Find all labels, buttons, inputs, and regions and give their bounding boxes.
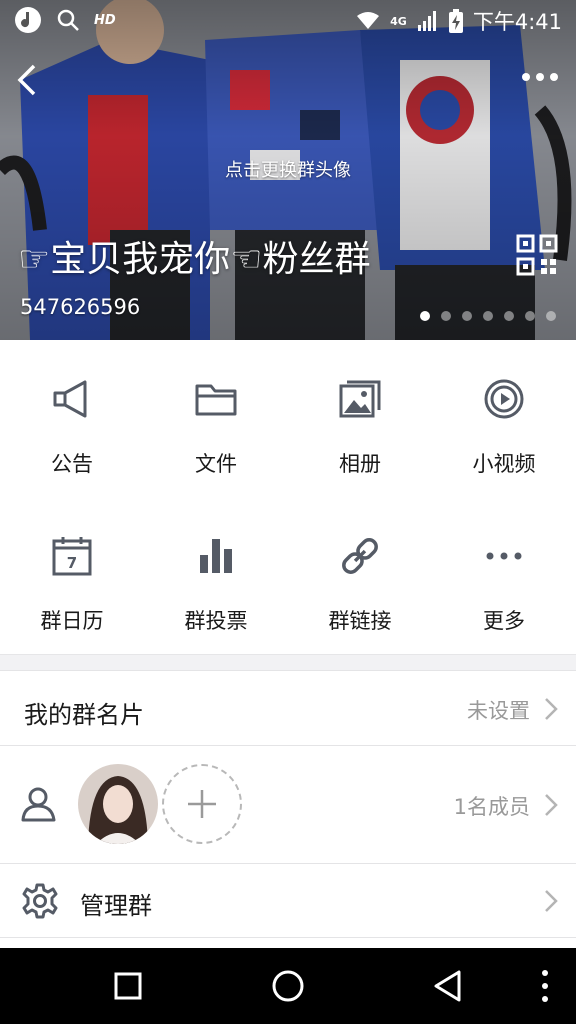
chevron-right-icon: [545, 794, 558, 816]
status-time: 下午4:41: [472, 10, 562, 34]
more-dots-icon[interactable]: [518, 62, 562, 92]
carousel-dot: [420, 311, 430, 321]
calendar-icon: 7: [52, 537, 92, 576]
carousel-dot: [525, 311, 535, 321]
bar-chart-icon: [200, 539, 232, 573]
overflow-dots-icon[interactable]: [520, 962, 570, 1010]
feature-calendar[interactable]: 7 群日历: [0, 497, 144, 654]
search-icon: [57, 9, 79, 31]
feature-label: 群链接: [328, 609, 392, 633]
group-header: HD 4G 下午4:41 点击更换群头像 ☞宝贝我宠你☜粉丝群 54762659…: [0, 0, 576, 340]
feature-short-video[interactable]: 小视频: [432, 340, 576, 497]
recents-square-icon[interactable]: [103, 962, 153, 1010]
group-name: ☞宝贝我宠你☜粉丝群: [18, 239, 371, 280]
feature-grid: 公告 文件 相册 小视频 7 群日历 群投票 群链接 更多: [0, 340, 576, 654]
status-bar: HD 4G 下午4:41: [0, 0, 576, 40]
feature-label: 更多: [483, 609, 525, 633]
avatar[interactable]: [78, 764, 158, 844]
megaphone-icon: [53, 380, 87, 418]
feature-more[interactable]: 更多: [432, 497, 576, 654]
carousel-dot: [483, 311, 493, 321]
photo-album-icon: [339, 380, 381, 418]
feature-announcement[interactable]: 公告: [0, 340, 144, 497]
home-circle-icon[interactable]: [263, 962, 313, 1010]
carousel-indicator: [420, 311, 556, 321]
system-nav-bar: [0, 948, 576, 1024]
back-arrow-icon[interactable]: [8, 58, 48, 102]
qr-code-icon[interactable]: [516, 234, 558, 276]
manage-group-row[interactable]: 管理群: [0, 864, 576, 938]
hd-indicator: HD: [94, 12, 116, 28]
carousel-dot: [546, 311, 556, 321]
group-id: 547626596: [20, 295, 141, 319]
chevron-right-icon: [545, 890, 558, 912]
battery-charging-icon: [448, 9, 463, 33]
change-avatar-hint[interactable]: 点击更换群头像: [0, 156, 576, 182]
video-play-icon: [484, 379, 524, 419]
my-group-card-row[interactable]: 我的群名片 未设置: [0, 670, 576, 746]
member-photo: [78, 764, 158, 844]
row-title: 我的群名片: [24, 701, 144, 729]
members-row[interactable]: 1名成员: [0, 746, 576, 864]
members-icon: [21, 787, 56, 822]
link-icon: [342, 538, 378, 574]
feature-label: 小视频: [472, 452, 536, 476]
feature-vote[interactable]: 群投票: [144, 497, 288, 654]
feature-label: 文件: [195, 452, 237, 476]
chevron-right-icon: [545, 698, 558, 720]
more-dots-icon: [486, 552, 522, 560]
feature-label: 群投票: [184, 609, 248, 633]
calendar-day-text: 7: [67, 554, 77, 572]
carousel-dot: [462, 311, 472, 321]
back-triangle-icon[interactable]: [423, 962, 473, 1010]
feature-label: 公告: [51, 452, 93, 476]
music-app-icon: [15, 7, 41, 33]
row-title: 管理群: [80, 892, 152, 920]
feature-link[interactable]: 群链接: [288, 497, 432, 654]
feature-label: 群日历: [40, 609, 104, 633]
section-divider: [0, 654, 576, 670]
add-member-button[interactable]: [162, 764, 242, 844]
network-type-label: 4G: [390, 14, 407, 28]
carousel-dot: [504, 311, 514, 321]
feature-label: 相册: [339, 452, 381, 476]
row-value: 未设置: [467, 699, 530, 723]
member-count: 1名成员: [453, 795, 530, 819]
feature-files[interactable]: 文件: [144, 340, 288, 497]
gear-icon: [22, 883, 58, 919]
feature-album[interactable]: 相册: [288, 340, 432, 497]
carousel-dot: [441, 311, 451, 321]
plus-icon: [188, 790, 216, 818]
folder-icon: [195, 384, 237, 416]
wifi-icon: [357, 12, 380, 29]
cell-signal-icon: [417, 11, 436, 31]
